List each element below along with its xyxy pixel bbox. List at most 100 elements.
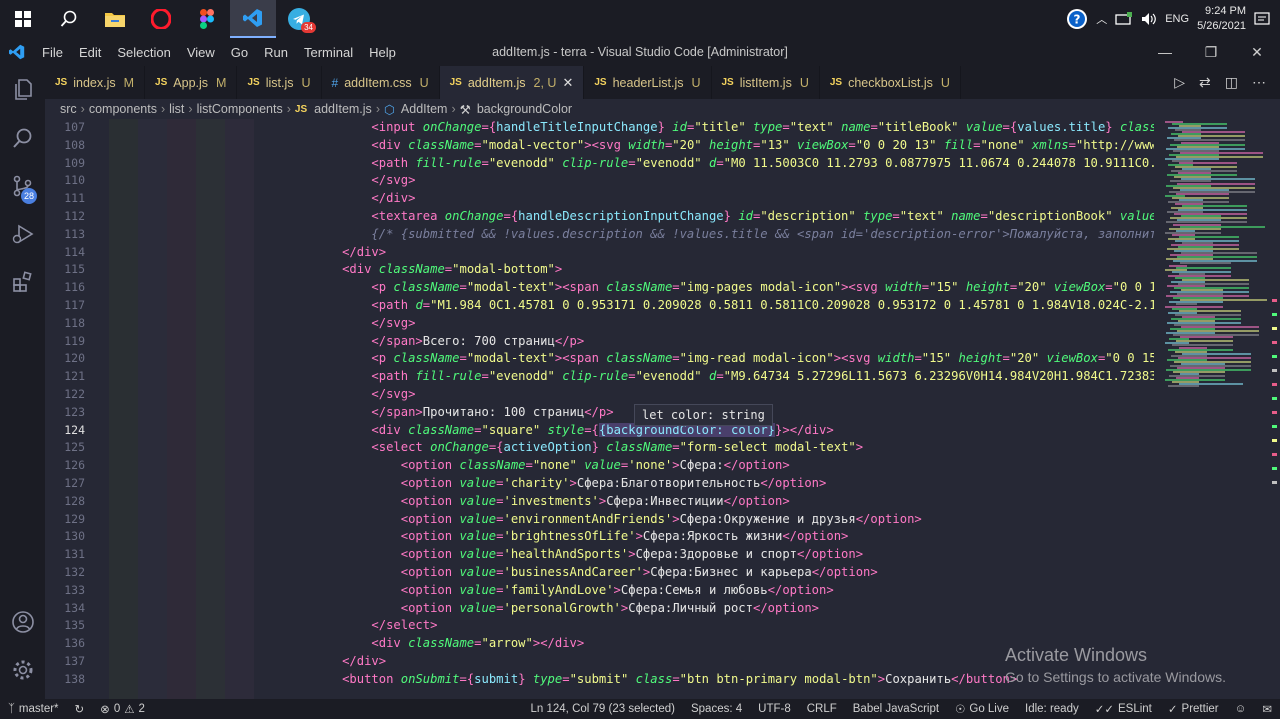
taskbar-clock[interactable]: 9:24 PM 5/26/2021: [1197, 4, 1246, 34]
help-icon[interactable]: ?: [1066, 8, 1088, 30]
idle-status[interactable]: Idle: ready: [1017, 702, 1087, 716]
code-line: <path fill-rule="evenodd" clip-rule="eve…: [254, 368, 1154, 386]
restore-button[interactable]: ❐: [1188, 38, 1234, 66]
line-number: 117: [64, 297, 85, 312]
tab-list-js[interactable]: JS list.js U: [237, 66, 322, 99]
menu-file[interactable]: File: [34, 45, 71, 60]
notifications-button[interactable]: ✉: [1254, 702, 1280, 716]
search-view-button[interactable]: [0, 114, 45, 162]
overview-ruler-mark: [1272, 327, 1277, 330]
close-window-button[interactable]: ✕: [1234, 38, 1280, 66]
more-actions-icon[interactable]: ⋯: [1252, 74, 1266, 91]
menu-selection[interactable]: Selection: [109, 45, 178, 60]
menu-run[interactable]: Run: [256, 45, 296, 60]
line-endings[interactable]: CRLF: [799, 702, 845, 716]
code-token: className: [459, 458, 526, 473]
accounts-button[interactable]: [0, 598, 45, 646]
taskbar-telegram[interactable]: 34: [276, 0, 322, 38]
breadcrumb-item[interactable]: AddItem: [401, 102, 448, 116]
breadcrumb-item[interactable]: components: [89, 102, 157, 116]
line-number: 119: [64, 333, 85, 348]
js-file-icon: JS: [247, 77, 260, 88]
menu-go[interactable]: Go: [223, 45, 256, 60]
minimize-icon: —: [1158, 44, 1172, 60]
open-changes-icon[interactable]: ⇄: [1199, 74, 1211, 91]
code-token: =: [481, 155, 489, 170]
tab-checkboxlist-js[interactable]: JS checkboxList.js U: [820, 66, 961, 99]
go-live-button[interactable]: ☉ Go Live: [947, 702, 1017, 716]
menu-edit[interactable]: Edit: [71, 45, 109, 60]
run-debug-view-button[interactable]: [0, 210, 45, 258]
language-mode[interactable]: Babel JavaScript: [845, 702, 947, 716]
windows-start-button[interactable]: [0, 0, 46, 38]
tab-listitem-js[interactable]: JS listItem.js U: [712, 66, 820, 99]
run-file-icon[interactable]: ▷: [1174, 74, 1185, 91]
code-token: name: [833, 120, 871, 134]
language-indicator[interactable]: ENG: [1165, 13, 1189, 25]
tab-app-js[interactable]: JS App.js M: [145, 66, 238, 99]
minimap[interactable]: [1161, 119, 1267, 699]
manage-button[interactable]: [0, 646, 45, 694]
breadcrumb-item[interactable]: list: [169, 102, 184, 116]
prettier-status[interactable]: ✓ Prettier: [1160, 702, 1227, 716]
code-token: "square": [481, 422, 541, 437]
problems-indicator[interactable]: ⊗ 0 ⚠ 2: [92, 702, 153, 716]
feedback-button[interactable]: ☺: [1227, 702, 1255, 716]
taskbar-search-button[interactable]: [46, 0, 92, 38]
tab-additem-css[interactable]: # addItem.css U: [322, 66, 440, 99]
line-number: 134: [64, 600, 85, 615]
line-number: 127: [64, 475, 85, 490]
split-editor-icon[interactable]: ◫: [1225, 74, 1238, 91]
volume-icon[interactable]: [1141, 12, 1157, 26]
code-token: =: [870, 120, 878, 134]
branch-indicator[interactable]: ᛉ master*: [0, 703, 67, 715]
notifications-icon[interactable]: [1254, 11, 1270, 27]
code-token: </div>: [789, 422, 834, 437]
breadcrumb-item[interactable]: addItem.js: [314, 102, 372, 116]
overview-ruler[interactable]: [1270, 119, 1280, 699]
code-token: </div>: [540, 636, 585, 651]
line-number: 108: [64, 137, 85, 152]
taskbar-vscode[interactable]: [230, 0, 276, 38]
taskbar-file-explorer[interactable]: [92, 0, 138, 38]
tab-label: App.js: [173, 75, 209, 90]
code-token: "text": [899, 208, 944, 223]
eslint-label: ESLint: [1118, 703, 1152, 715]
menu-help[interactable]: Help: [361, 45, 404, 60]
code-token: <option: [400, 493, 460, 508]
js-file-icon: JS: [829, 77, 843, 88]
indentation[interactable]: Spaces: 4: [683, 702, 750, 716]
tray-chevron-up-icon[interactable]: ︿: [1096, 11, 1107, 27]
line-number: 107: [64, 120, 85, 134]
menu-terminal[interactable]: Terminal: [296, 45, 361, 60]
source-control-view-button[interactable]: 28: [0, 162, 45, 210]
tab-headerlist-js[interactable]: JS headerList.js U: [584, 66, 712, 99]
menu-view[interactable]: View: [179, 45, 223, 60]
taskbar-figma[interactable]: [184, 0, 230, 38]
code-line: <option className="none" value='none'>Сф…: [254, 457, 1154, 475]
sync-button[interactable]: ↻: [67, 702, 93, 716]
breadcrumb-item[interactable]: backgroundColor: [477, 102, 572, 116]
tab-index-js[interactable]: JS index.js M: [45, 66, 146, 99]
code-line: </svg>: [254, 386, 1154, 404]
code-token: ={: [1002, 120, 1018, 134]
breadcrumb-item[interactable]: listComponents: [197, 102, 283, 116]
cursor-position[interactable]: Ln 124, Col 79 (23 selected): [523, 702, 683, 716]
tab-git-status: U: [940, 75, 950, 90]
code-token: </button>: [951, 671, 1018, 686]
explorer-view-button[interactable]: [0, 66, 45, 114]
minimize-button[interactable]: —: [1142, 38, 1188, 66]
breadcrumb-item[interactable]: src: [60, 102, 77, 116]
code-token: 'charity': [503, 475, 570, 490]
close-tab-icon[interactable]: ✕: [562, 75, 573, 91]
code-token: "descriptionBook": [987, 208, 1113, 223]
tab-additem-js[interactable]: JS addItem.js 2, U ✕: [439, 66, 585, 99]
extensions-view-button[interactable]: [0, 258, 45, 306]
network-icon[interactable]: [1115, 12, 1133, 26]
scm-count-badge: 28: [21, 188, 37, 204]
eslint-status[interactable]: ✓✓ ESLint: [1087, 702, 1160, 716]
taskbar-opera[interactable]: [138, 0, 184, 38]
encoding[interactable]: UTF-8: [750, 702, 799, 716]
